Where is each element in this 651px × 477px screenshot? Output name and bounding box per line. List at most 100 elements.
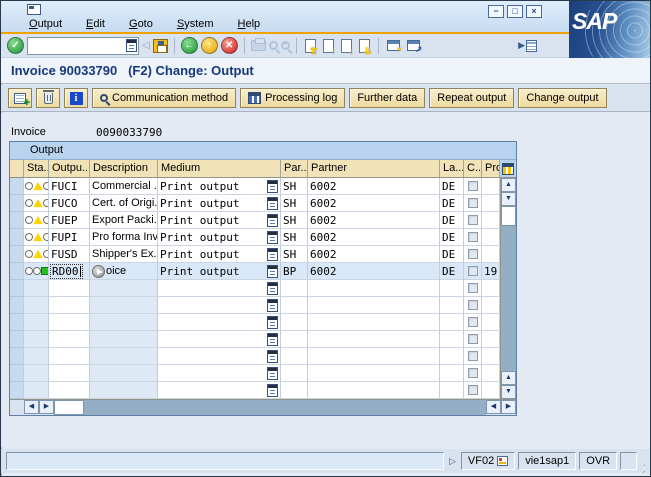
- change-cell[interactable]: [464, 331, 482, 348]
- partner-function-cell[interactable]: [281, 365, 308, 382]
- change-checkbox[interactable]: [468, 351, 478, 361]
- table-empty-row[interactable]: [10, 297, 500, 314]
- change-checkbox[interactable]: [468, 232, 478, 242]
- horizontal-scrollbar-track[interactable]: [54, 400, 486, 415]
- column-header-change[interactable]: C...: [464, 160, 482, 178]
- table-empty-row[interactable]: [10, 280, 500, 297]
- description-cell[interactable]: Cert. of Origi...: [90, 195, 158, 212]
- row-selector[interactable]: [10, 246, 24, 263]
- change-cell[interactable]: [464, 280, 482, 297]
- command-history-icon[interactable]: [126, 39, 137, 52]
- vertical-scrollbar[interactable]: ▲ ▼ ▲ ▼: [500, 178, 516, 399]
- column-header-partner[interactable]: Partner: [308, 160, 440, 178]
- language-cell[interactable]: [440, 348, 464, 365]
- scroll-up-button-bottom[interactable]: ▲: [501, 371, 516, 385]
- horizontal-scrollbar-thumb[interactable]: [54, 400, 84, 415]
- medium-cell[interactable]: Print output: [158, 229, 281, 246]
- partner-cell[interactable]: 6002: [308, 195, 440, 212]
- partner-function-cell[interactable]: SH: [281, 178, 308, 195]
- language-cell[interactable]: DE: [440, 212, 464, 229]
- column-header-selector[interactable]: [10, 160, 24, 178]
- table-empty-row[interactable]: [10, 331, 500, 348]
- medium-dropdown-icon[interactable]: [267, 316, 278, 329]
- language-cell[interactable]: DE: [440, 178, 464, 195]
- change-cell[interactable]: [464, 246, 482, 263]
- change-checkbox[interactable]: [468, 266, 478, 276]
- language-cell[interactable]: [440, 365, 464, 382]
- enter-button[interactable]: ✓: [7, 37, 24, 54]
- last-page-icon[interactable]: ⇊: [359, 39, 370, 53]
- medium-dropdown-icon[interactable]: [267, 299, 278, 312]
- output-type-cell[interactable]: FUCI: [49, 178, 90, 195]
- partner-cell[interactable]: 6002: [308, 229, 440, 246]
- medium-dropdown-icon[interactable]: [267, 231, 278, 244]
- scroll-left-button[interactable]: ◀: [24, 400, 39, 414]
- partner-function-cell[interactable]: [281, 314, 308, 331]
- transaction-cell[interactable]: VF02: [461, 452, 515, 470]
- medium-cell[interactable]: Print output: [158, 195, 281, 212]
- minimize-button[interactable]: −: [488, 5, 504, 18]
- partner-function-cell[interactable]: BP: [281, 263, 308, 280]
- cancel-icon[interactable]: ✕: [221, 37, 238, 54]
- row-selector[interactable]: [10, 212, 24, 229]
- change-cell[interactable]: [464, 382, 482, 399]
- change-cell[interactable]: [464, 365, 482, 382]
- medium-cell[interactable]: Print output: [158, 263, 281, 280]
- further-data-button[interactable]: Further data: [349, 88, 425, 108]
- create-shortcut-icon[interactable]: ➚: [407, 40, 420, 51]
- medium-cell[interactable]: [158, 348, 281, 365]
- new-session-icon[interactable]: ✶: [387, 40, 400, 51]
- table-empty-row[interactable]: [10, 382, 500, 399]
- back-icon[interactable]: ←: [181, 37, 198, 54]
- output-type-cell[interactable]: [49, 382, 90, 399]
- table-row[interactable]: FUCO Cert. of Origi... Print output SH 6…: [10, 195, 500, 212]
- table-row[interactable]: FUCI Commercial ... Print output SH 6002…: [10, 178, 500, 195]
- partner-function-cell[interactable]: SH: [281, 212, 308, 229]
- change-checkbox[interactable]: [468, 385, 478, 395]
- language-cell[interactable]: DE: [440, 263, 464, 280]
- scroll-up-button[interactable]: ▲: [501, 178, 516, 192]
- row-selector[interactable]: [10, 348, 24, 365]
- medium-dropdown-icon[interactable]: [267, 333, 278, 346]
- partner-cell[interactable]: [308, 314, 440, 331]
- row-selector[interactable]: [10, 382, 24, 399]
- medium-cell[interactable]: [158, 331, 281, 348]
- medium-cell[interactable]: Print output: [158, 212, 281, 229]
- menu-goto[interactable]: Goto: [129, 18, 153, 30]
- column-header-output-type[interactable]: Outpu...: [49, 160, 90, 178]
- table-row[interactable]: FUSD Shipper's Ex... Print output SH 600…: [10, 246, 500, 263]
- partner-cell[interactable]: [308, 280, 440, 297]
- medium-cell[interactable]: Print output: [158, 178, 281, 195]
- scroll-left-button-right[interactable]: ◀: [486, 400, 501, 414]
- collapse-toolbar-icon[interactable]: ◁: [142, 40, 150, 51]
- change-cell[interactable]: [464, 348, 482, 365]
- next-page-icon[interactable]: ↓: [341, 39, 352, 53]
- row-selector[interactable]: [10, 297, 24, 314]
- medium-dropdown-icon[interactable]: [267, 367, 278, 380]
- change-cell[interactable]: [464, 229, 482, 246]
- medium-cell[interactable]: [158, 280, 281, 297]
- language-cell[interactable]: [440, 314, 464, 331]
- menu-help[interactable]: Help: [238, 18, 261, 30]
- change-checkbox[interactable]: [468, 334, 478, 344]
- partner-cell[interactable]: [308, 348, 440, 365]
- partner-function-cell[interactable]: [281, 297, 308, 314]
- table-row[interactable]: FUEP Export Packi... Print output SH 600…: [10, 212, 500, 229]
- info-button[interactable]: i: [64, 88, 88, 108]
- language-cell[interactable]: DE: [440, 229, 464, 246]
- change-cell[interactable]: [464, 212, 482, 229]
- column-header-partner-function[interactable]: Par...: [281, 160, 308, 178]
- output-type-cell[interactable]: FUSD: [49, 246, 90, 263]
- row-selector[interactable]: [10, 365, 24, 382]
- delete-line-button[interactable]: [36, 88, 60, 108]
- language-cell[interactable]: [440, 280, 464, 297]
- exit-icon[interactable]: ↑: [201, 37, 218, 54]
- row-selector[interactable]: [10, 178, 24, 195]
- change-checkbox[interactable]: [468, 368, 478, 378]
- column-header-description[interactable]: Description: [90, 160, 158, 178]
- scroll-right-button[interactable]: ▶: [501, 400, 516, 414]
- change-checkbox[interactable]: [468, 181, 478, 191]
- output-type-cell[interactable]: [49, 314, 90, 331]
- change-output-button[interactable]: Change output: [518, 88, 606, 108]
- scroll-right-button-left[interactable]: ▶: [39, 400, 54, 414]
